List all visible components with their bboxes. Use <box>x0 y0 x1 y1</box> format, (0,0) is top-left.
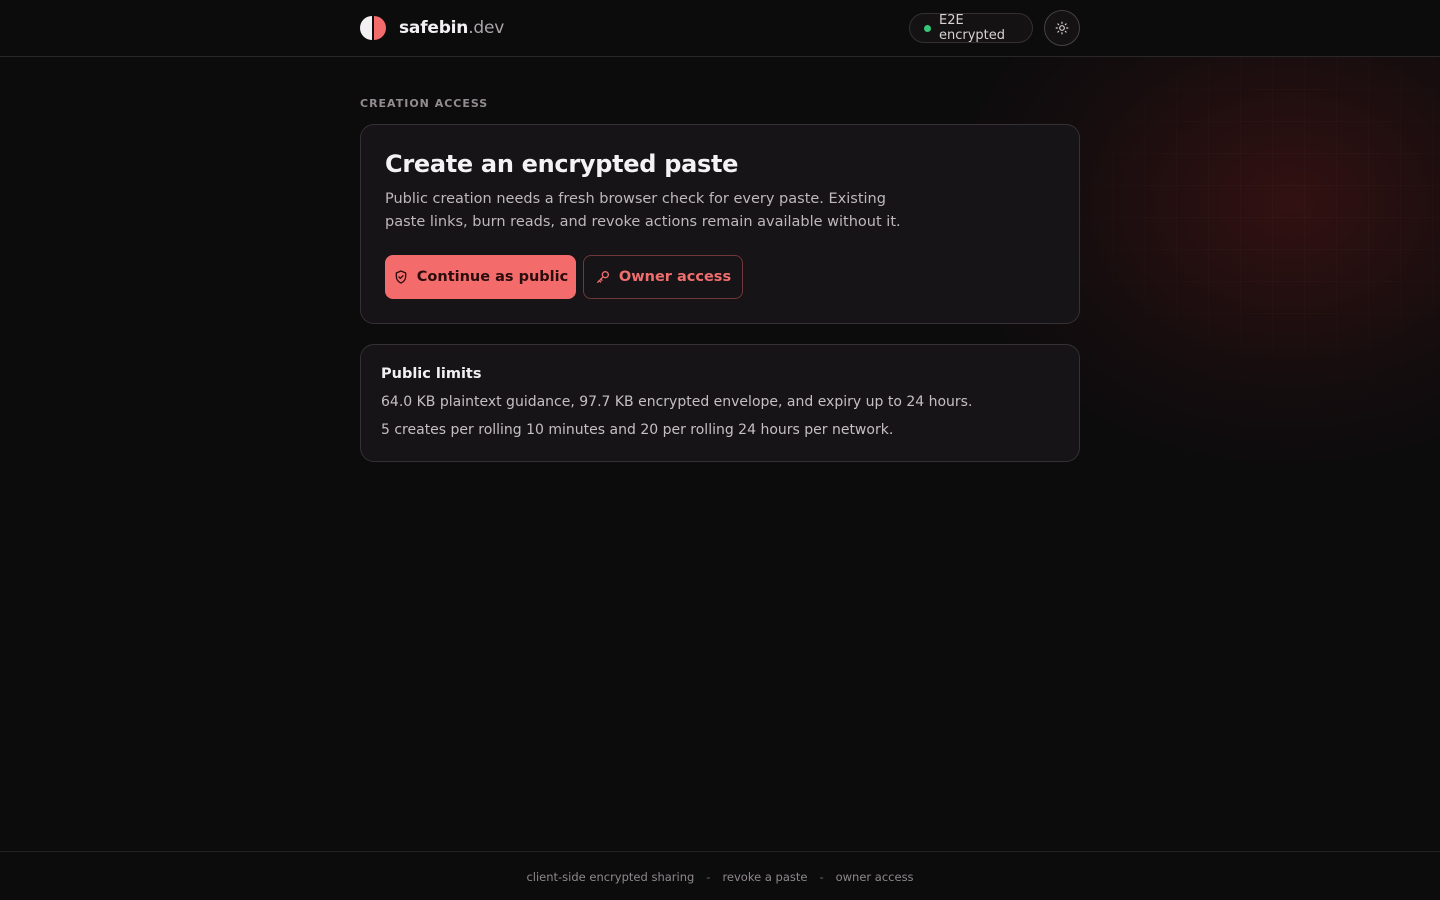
limits-size-line: 64.0 KB plaintext guidance, 97.7 KB encr… <box>381 394 973 410</box>
footer-link-encrypted-sharing[interactable]: client-side encrypted sharing <box>526 870 694 884</box>
limits-title: Public limits <box>381 366 482 382</box>
brand-name: safebin.dev <box>399 18 505 38</box>
limits-rate-line: 5 creates per rolling 10 minutes and 20 … <box>381 422 894 438</box>
section-label: CREATION ACCESS <box>360 97 489 110</box>
continue-as-public-label: Continue as public <box>416 269 569 285</box>
card-description: Public creation needs a fresh browser ch… <box>385 191 901 230</box>
home-link[interactable]: safebin.dev <box>360 14 504 42</box>
owner-access-label: Owner access <box>618 269 732 285</box>
status-dot-icon <box>924 24 931 32</box>
key-icon <box>596 271 609 283</box>
shield-check-icon <box>395 270 407 284</box>
sun-icon <box>1055 21 1069 35</box>
encryption-status-badge: E2E encrypted <box>909 13 1033 43</box>
half-circle-logo-icon <box>360 16 386 40</box>
footer-link-revoke-paste[interactable]: revoke a paste <box>722 870 807 884</box>
create-paste-card: Create an encrypted paste Public creatio… <box>360 124 1080 324</box>
footer-separator: - <box>819 869 824 884</box>
footer-separator: - <box>706 869 711 884</box>
brand-tld: .dev <box>468 18 505 38</box>
owner-access-button[interactable]: Owner access <box>583 255 743 299</box>
badge-label: E2E encrypted <box>939 13 1006 43</box>
footer-link-owner-access[interactable]: owner access <box>836 870 914 884</box>
footer: client-side encrypted sharing - revoke a… <box>0 851 1440 900</box>
continue-as-public-button[interactable]: Continue as public <box>385 255 576 299</box>
public-limits-card: Public limits 64.0 KB plaintext guidance… <box>360 344 1080 462</box>
card-title: Create an encrypted paste <box>385 150 739 178</box>
theme-toggle-button[interactable] <box>1044 10 1080 46</box>
top-bar: safebin.dev E2E encrypted <box>0 0 1440 57</box>
